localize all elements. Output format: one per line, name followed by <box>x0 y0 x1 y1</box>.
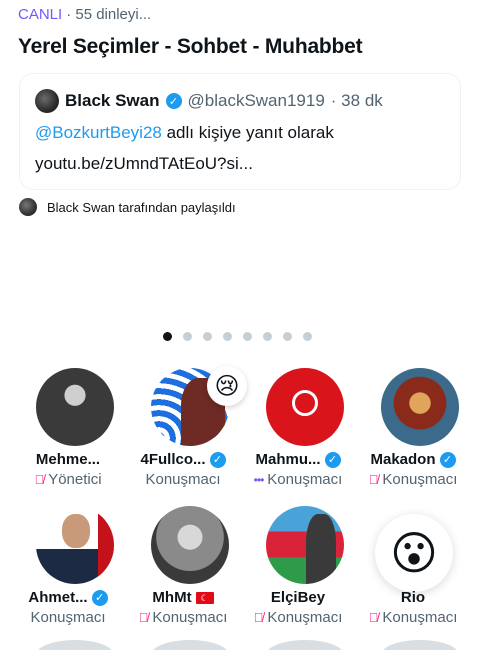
page-dot[interactable] <box>223 332 232 341</box>
reply-suffix: adlı kişiye yanıt olarak <box>161 123 334 142</box>
verified-check-icon: ✓ <box>165 93 182 109</box>
avatar[interactable] <box>36 640 114 650</box>
page-dot[interactable] <box>203 332 212 341</box>
avatar[interactable] <box>381 640 459 650</box>
live-label: CANLI <box>18 6 63 23</box>
verified-check-icon: ✓ <box>91 589 108 606</box>
turkey-flag-icon: ☾ <box>195 591 214 604</box>
participant-name: Ahmet... ✓ <box>8 589 128 606</box>
page-dot[interactable] <box>243 332 252 341</box>
participant-name: ElçiBey <box>270 589 326 606</box>
page-dot[interactable] <box>163 332 172 341</box>
verified-check-icon: ✓ <box>209 451 226 468</box>
reply-mention[interactable]: @BozkurtBeyi28 <box>35 123 162 142</box>
reply-context: @BozkurtBeyi28 adlı kişiye yanıt olarak <box>35 123 334 143</box>
space-title: Yerel Seçimler - Sohbet - Muhabbet <box>18 35 363 58</box>
mic-off-icon: 🎙̸ <box>34 472 45 487</box>
participant-role: 🎙̸ Konuşmacı <box>368 471 458 488</box>
avatar[interactable] <box>266 368 344 446</box>
participant-name: Makadon ✓ <box>353 451 473 468</box>
pagination-dots <box>163 332 312 341</box>
participant-role: 🎙̸ Yönetici <box>34 471 102 488</box>
mic-off-icon: 🎙̸ <box>253 610 264 625</box>
verified-check-icon: ✓ <box>439 451 456 468</box>
reaction-emoji: 😮 <box>375 514 453 592</box>
page-dot[interactable] <box>263 332 272 341</box>
mic-off-icon: 🎙̸ <box>138 610 149 625</box>
participant-role: ••• Konuşmacı <box>253 471 343 488</box>
participant-name: Mehme... <box>35 451 101 468</box>
participant-role: 🎙̸ Konuşmacı <box>253 609 343 626</box>
page-dot[interactable] <box>183 332 192 341</box>
tweet-time: · 38 dk <box>330 91 383 110</box>
avatar[interactable] <box>36 368 114 446</box>
tweet-header: Black Swan ✓ @blackSwan1919 · 38 dk <box>35 89 383 113</box>
page-dot[interactable] <box>303 332 312 341</box>
avatar[interactable] <box>266 506 344 584</box>
live-status: CANLI · 55 dinleyi... <box>18 6 151 23</box>
participant-role: Konuşmacı <box>30 609 106 626</box>
avatar[interactable] <box>381 368 459 446</box>
author-avatar[interactable] <box>35 89 59 113</box>
participant-role: 🎙̸ Konuşmacı <box>138 609 228 626</box>
participant-name: Rio <box>400 589 426 606</box>
avatar[interactable] <box>151 640 229 650</box>
avatar[interactable] <box>36 506 114 584</box>
speaking-dots-icon: ••• <box>253 472 265 487</box>
avatar[interactable] <box>151 506 229 584</box>
author-name[interactable]: Black Swan <box>65 91 160 111</box>
pinned-tweet-card[interactable]: Black Swan ✓ @blackSwan1919 · 38 dk @Boz… <box>19 73 461 190</box>
shared-by-row: Black Swan tarafından paylaşıldı <box>19 198 236 216</box>
page-dot[interactable] <box>283 332 292 341</box>
shared-by-text: Black Swan tarafından paylaşıldı <box>47 199 236 215</box>
participant-role: 🎙̸ Konuşmacı <box>368 609 458 626</box>
mic-off-icon: 🎙̸ <box>368 610 379 625</box>
mic-off-icon: 🎙̸ <box>368 472 379 487</box>
participant-name: Mahmu... ✓ <box>238 451 358 468</box>
sharer-avatar <box>19 198 37 216</box>
listener-count: · 55 dinleyi... <box>66 6 152 23</box>
participant-name: 4Fullco... ✓ <box>123 451 243 468</box>
author-handle: @blackSwan1919 <box>187 91 325 110</box>
verified-check-icon: ✓ <box>324 451 341 468</box>
participant-role: Konuşmacı <box>145 471 221 488</box>
participant-name: MhMt ☾ <box>123 589 243 606</box>
reaction-emoji: 😢 <box>207 366 247 406</box>
tweet-link[interactable]: youtu.be/zUmndTAtEoU?si... <box>35 154 253 174</box>
avatar[interactable] <box>266 640 344 650</box>
